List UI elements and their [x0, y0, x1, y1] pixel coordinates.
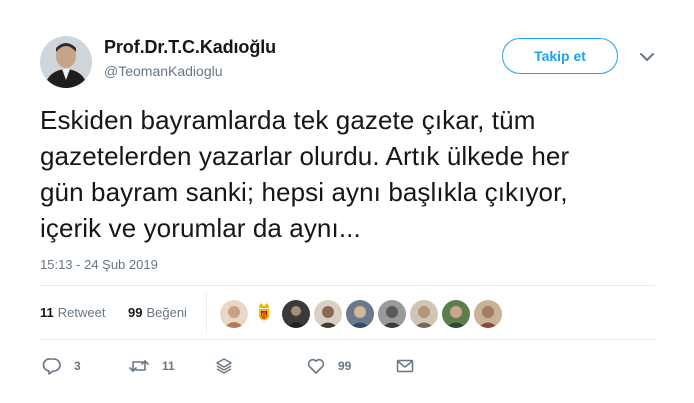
reply-button[interactable]: 3: [42, 356, 81, 376]
retweet-icon: [129, 360, 149, 372]
like-stat-count: 99: [128, 305, 143, 320]
stack-button[interactable]: [214, 356, 234, 376]
heart-icon: [307, 358, 325, 374]
liker-avatar[interactable]: [376, 298, 408, 330]
tweet-line: içerik ve yorumlar da aynı...: [40, 213, 361, 243]
like-stat-label: Beğeni: [146, 305, 187, 320]
stack-icon: [216, 358, 232, 374]
retweet-button[interactable]: 11: [128, 356, 175, 376]
retweet-stat-count: 11: [40, 305, 54, 320]
retweet-stat-label: Retweet: [57, 305, 106, 320]
liker-avatar[interactable]: [344, 298, 376, 330]
liker-avatar[interactable]: [312, 298, 344, 330]
divider: [40, 285, 655, 286]
author-name[interactable]: Prof.Dr.T.C.Kadıoğlu: [104, 37, 276, 58]
galatasaray-logo-avatar[interactable]: G: [248, 298, 280, 330]
retweet-stat[interactable]: 11 Retweet: [40, 305, 105, 320]
like-button[interactable]: 99: [306, 356, 351, 376]
like-stat[interactable]: 99 Beğeni: [128, 305, 187, 320]
divider: [206, 292, 207, 334]
liker-avatar[interactable]: [280, 298, 312, 330]
tweet-line: gün bayram sanki; hepsi aynı başlıkla çı…: [40, 177, 568, 207]
author-avatar[interactable]: [40, 36, 92, 88]
direct-message-button[interactable]: [395, 356, 415, 376]
liker-avatar[interactable]: [472, 298, 504, 330]
retweet-count: 11: [162, 359, 175, 373]
divider: [40, 339, 655, 340]
tweet-line: Eskiden bayramlarda tek gazete çıkar, tü…: [40, 105, 536, 135]
chevron-down-icon[interactable]: [638, 50, 656, 64]
tweet-text: Eskiden bayramlarda tek gazete çıkar, tü…: [40, 102, 660, 246]
svg-text:G: G: [262, 312, 267, 319]
author-handle[interactable]: @TeomanKadioglu: [104, 63, 223, 79]
liker-avatar[interactable]: [440, 298, 472, 330]
like-count: 99: [338, 359, 352, 373]
follow-button[interactable]: Takip et: [502, 38, 618, 74]
liker-avatar[interactable]: [408, 298, 440, 330]
mail-icon: [396, 359, 414, 373]
tweet-card: Prof.Dr.T.C.Kadıoğlu @TeomanKadioglu Tak…: [0, 0, 694, 403]
reply-icon: [42, 358, 61, 375]
tweet-line: gazetelerden yazarlar olurdu. Artık ülke…: [40, 141, 570, 171]
reply-count: 3: [74, 359, 81, 373]
liker-avatar[interactable]: [218, 298, 250, 330]
tweet-timestamp[interactable]: 15:13 - 24 Şub 2019: [40, 257, 158, 272]
